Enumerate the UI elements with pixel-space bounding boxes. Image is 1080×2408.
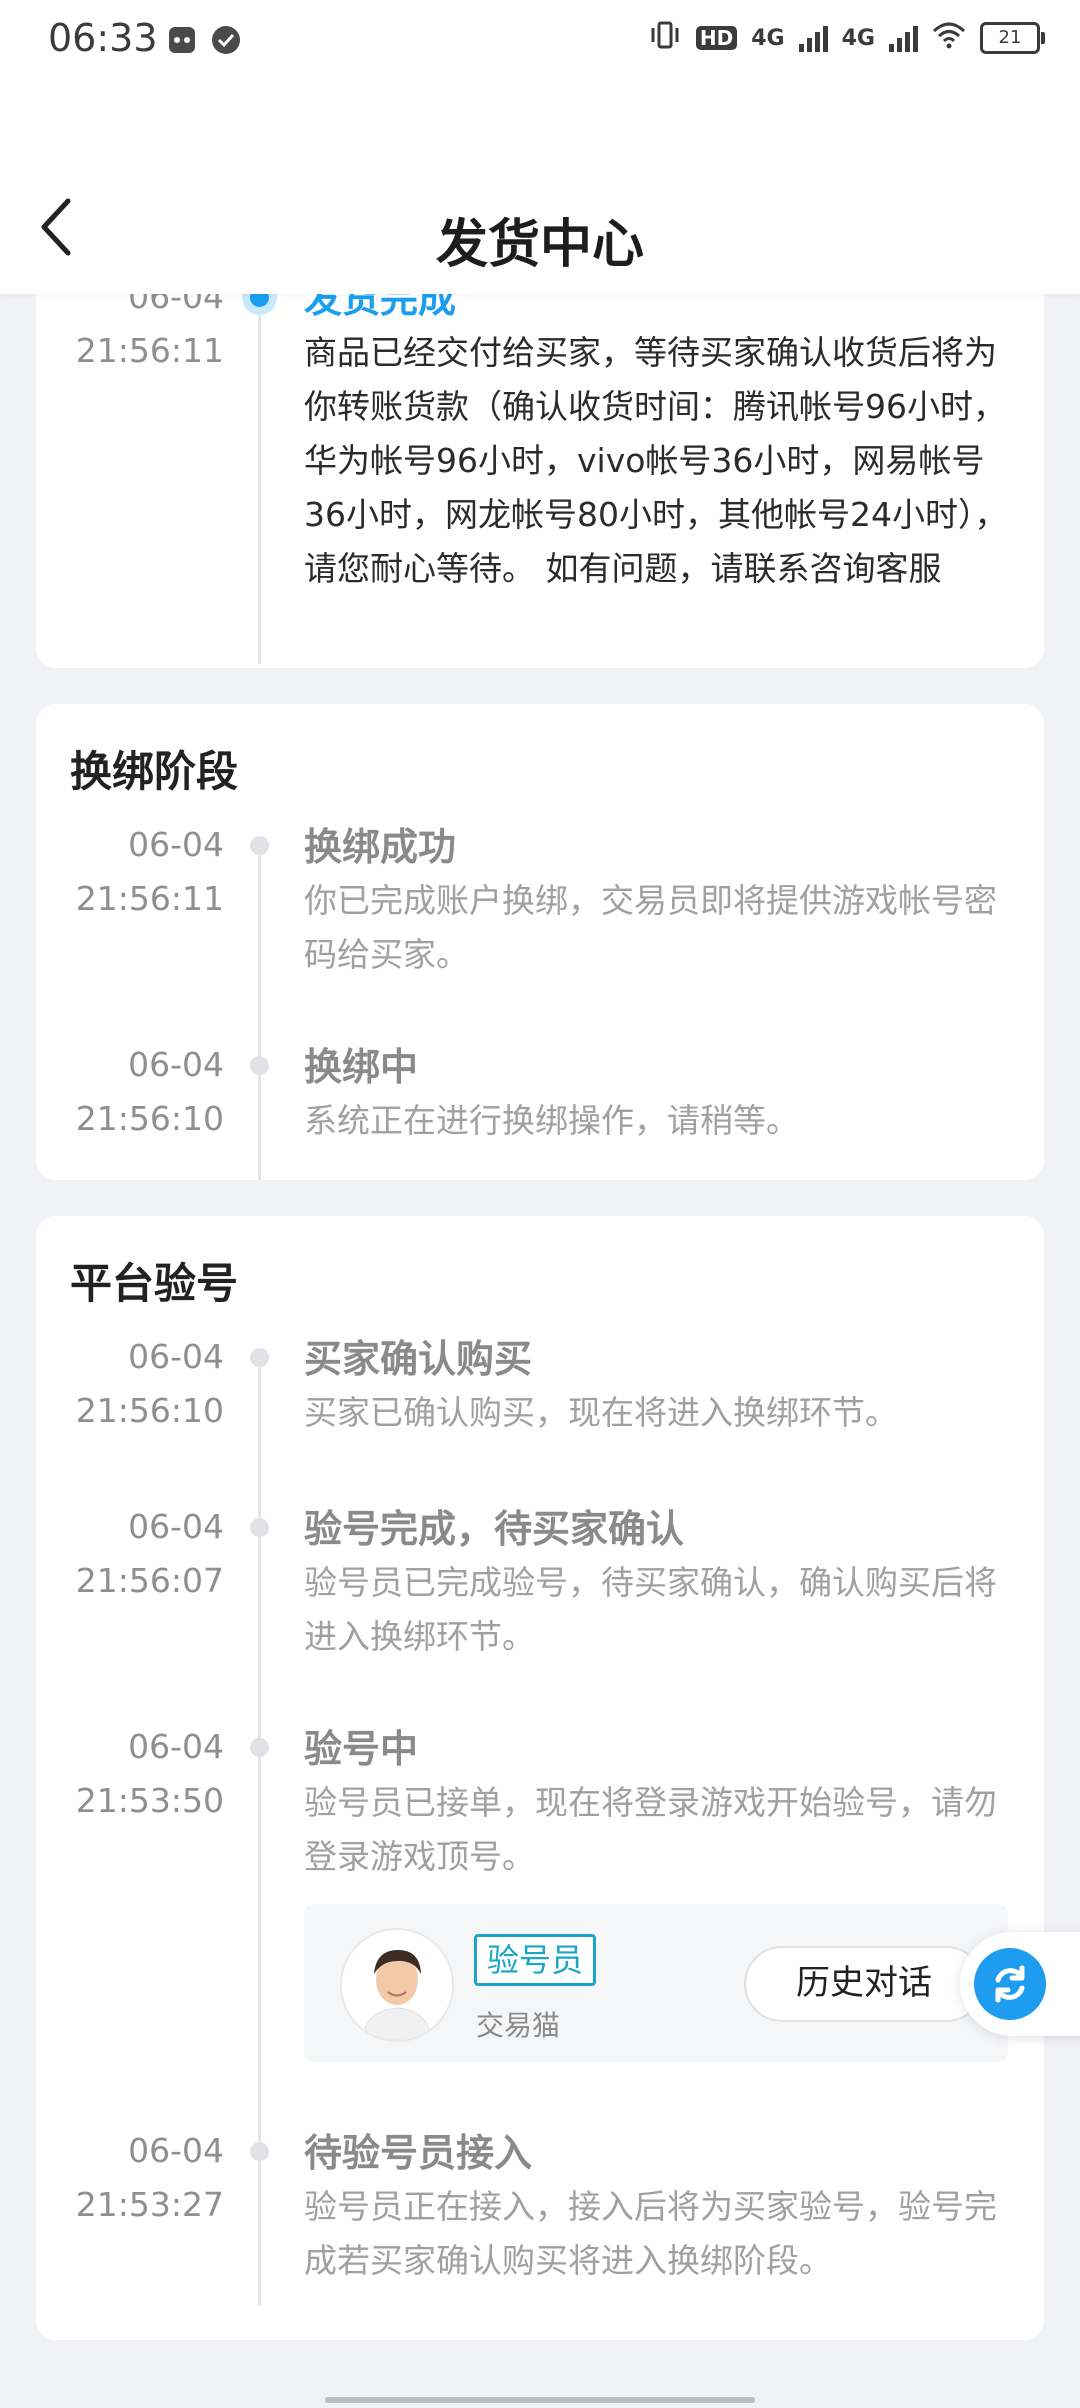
event-date: 06-04: [128, 1337, 224, 1376]
status-icons: HD 4G 4G 21: [648, 20, 1045, 56]
network-type-1: 4G: [751, 25, 785, 51]
home-indicator[interactable]: [325, 2397, 755, 2403]
event-time: 21:56:11: [75, 879, 224, 918]
signal-icon: [889, 24, 918, 52]
rebind-section-card: 换绑阶段 06-04 21:56:11 换绑成功 你已完成账户换绑，交易员即将提…: [36, 704, 1044, 1180]
signal-icon: [798, 24, 828, 52]
event-title: 换绑成功: [304, 825, 457, 869]
event-description: 系统正在进行换绑操作，请稍等。: [304, 1101, 799, 1140]
page-title: 发货中心: [435, 215, 644, 275]
wifi-icon: [932, 21, 966, 55]
event-title: 验号中: [304, 1727, 419, 1771]
event-time: 21:56:07: [75, 1561, 224, 1600]
timeline-line: [258, 844, 261, 1180]
status-time: 06:33: [48, 16, 158, 60]
check-circle-icon: [210, 24, 242, 60]
role-badge: 验号员: [474, 1934, 597, 1986]
timeline-dot: [250, 1518, 269, 1537]
event-description: 验号员已完成验号，待买家确认，确认购买后将进入换绑环节。: [304, 1563, 997, 1656]
inspector-card: 验号员 交易猫 历史对话: [304, 1904, 1008, 2062]
timeline-line: [258, 1356, 261, 2306]
event-title: 待验号员接入: [304, 2131, 533, 2175]
event-date: 06-04: [128, 1727, 224, 1766]
event-description: 验号员正在接入，接入后将为买家验号，验号完成若买家确认购买将进入换绑阶段。: [304, 2187, 997, 2280]
event-date: 06-04: [128, 2131, 224, 2170]
refresh-button[interactable]: [960, 1932, 1080, 2036]
timeline-dot: [250, 1348, 269, 1367]
event-time: 21:56:10: [75, 1391, 224, 1430]
game-controller-icon: [166, 24, 198, 60]
hd-icon: HD: [695, 26, 738, 50]
timeline-dot: [250, 1738, 269, 1757]
event-description: 验号员已接单，现在将登录游戏开始验号，请勿登录游戏顶号。: [304, 1783, 997, 1876]
event-time: 21:56:10: [75, 1099, 224, 1138]
event-description: 商品已经交付给买家，等待买家确认收货后将为你转账货款（确认收货时间：腾讯帐号96…: [304, 333, 1008, 588]
history-chat-button[interactable]: 历史对话: [744, 1946, 984, 2022]
network-type-2: 4G: [841, 25, 875, 51]
event-description: 你已完成账户换绑，交易员即将提供游戏帐号密码给买家。: [304, 881, 997, 974]
vibrate-icon: [648, 20, 682, 56]
event-date: 06-04: [128, 1507, 224, 1546]
event-date: 06-04: [128, 1045, 224, 1084]
event-time: 21:53:50: [75, 1781, 224, 1820]
timeline-dot: [250, 1056, 269, 1075]
timeline-dot: [250, 2142, 269, 2161]
event-description: 买家已确认购买，现在将进入换绑环节。: [304, 1393, 898, 1432]
verify-section-card: 平台验号 06-04 21:56:10 买家确认购买 买家已确认购买，现在将进入…: [36, 1216, 1044, 2340]
event-time: 21:56:11: [75, 331, 224, 370]
section-title: 换绑阶段: [70, 747, 239, 796]
app-header: 发货中心: [0, 84, 1080, 294]
refresh-icon: [974, 1948, 1046, 2020]
event-title: 买家确认购买: [304, 1337, 533, 1381]
event-title: 验号完成，待买家确认: [304, 1507, 685, 1551]
event-date: 06-04: [128, 825, 224, 864]
company-name: 交易猫: [476, 2009, 561, 2042]
event-time: 21:53:27: [75, 2185, 224, 2224]
section-title: 平台验号: [70, 1259, 239, 1308]
status-bar: 06:33 HD 4G 4G 21: [0, 0, 1080, 84]
event-title: 换绑中: [304, 1045, 419, 1089]
delivery-card: 06-04 21:56:11 发货完成 商品已经交付给买家，等待买家确认收货后将…: [36, 240, 1044, 668]
battery-icon: 21: [980, 22, 1045, 54]
avatar: [340, 1928, 454, 2042]
timeline-dot: [250, 836, 269, 855]
